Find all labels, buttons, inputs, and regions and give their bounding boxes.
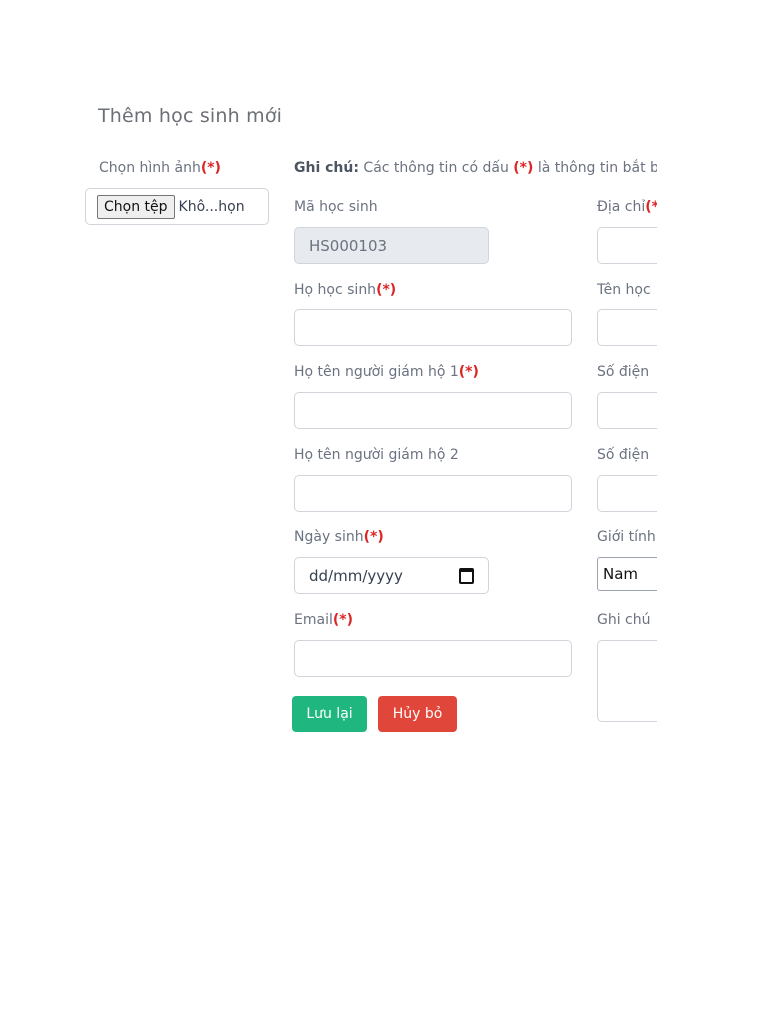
last-name-input[interactable] <box>294 309 572 346</box>
email-label: Email(*) <box>294 612 353 628</box>
photo-label-text: Chọn hình ảnh <box>99 160 201 176</box>
birthdate-placeholder: dd/mm/yyyy <box>309 566 403 585</box>
phone2-label: Số điện <box>597 447 650 463</box>
gender-label: Giới tính <box>597 529 656 545</box>
gender-select[interactable]: Nam <box>597 557 657 591</box>
photo-file-input[interactable]: Chọn tệp Khô...họn <box>85 188 269 225</box>
add-student-page: Thêm học sinh mới Chọn hình ảnh(*) Chọn … <box>0 0 657 1024</box>
address-label: Địa chỉ(* <box>597 199 657 215</box>
required-mark: (*) <box>363 529 384 545</box>
address-input[interactable] <box>597 227 657 264</box>
choose-file-button[interactable]: Chọn tệp <box>97 194 175 219</box>
last-name-label: Họ học sinh(*) <box>294 282 396 298</box>
first-name-label: Tên học <box>597 282 651 298</box>
phone1-label: Số điện <box>597 364 650 380</box>
required-mark: (* <box>645 199 657 215</box>
birthdate-label: Ngày sinh(*) <box>294 529 384 545</box>
required-mark: (*) <box>376 282 397 298</box>
birthdate-label-text: Ngày sinh <box>294 529 364 545</box>
note-required-mark: (*) <box>513 160 534 176</box>
birthdate-input[interactable]: dd/mm/yyyy <box>294 557 489 594</box>
gender-selected-value: Nam <box>603 565 639 583</box>
note-prefix: Ghi chú: <box>294 160 359 176</box>
page-title: Thêm học sinh mới <box>98 105 283 127</box>
phone2-input[interactable] <box>597 475 657 512</box>
last-name-label-text: Họ học sinh <box>294 282 377 298</box>
required-note: Ghi chú: Các thông tin có dấu (*) là thô… <box>294 160 657 176</box>
calendar-icon[interactable] <box>459 567 474 584</box>
guardian2-input[interactable] <box>294 475 572 512</box>
guardian2-label: Họ tên người giám hộ 2 <box>294 447 459 463</box>
save-button[interactable]: Lưu lại <box>292 696 367 732</box>
required-mark: (*) <box>458 364 479 380</box>
address-label-text: Địa chỉ <box>597 199 646 215</box>
required-mark: (*) <box>332 612 353 628</box>
photo-label: Chọn hình ảnh(*) <box>99 160 221 176</box>
first-name-input[interactable] <box>597 309 657 346</box>
notes-textarea[interactable] <box>597 640 657 722</box>
note-text-after: là thông tin bắt b <box>533 160 657 176</box>
cancel-button[interactable]: Hủy bỏ <box>378 696 457 732</box>
note-text-before: Các thông tin có dấu <box>358 160 514 176</box>
file-status-text: Khô...họn <box>178 198 245 215</box>
notes-label: Ghi chú <box>597 612 651 628</box>
student-id-label: Mã học sinh <box>294 199 378 215</box>
guardian1-label: Họ tên người giám hộ 1(*) <box>294 364 479 380</box>
email-input[interactable] <box>294 640 572 677</box>
student-id-field: HS000103 <box>294 227 489 264</box>
phone1-input[interactable] <box>597 392 657 429</box>
required-mark: (*) <box>200 160 221 176</box>
email-label-text: Email <box>294 612 333 628</box>
guardian1-label-text: Họ tên người giám hộ 1 <box>294 364 459 380</box>
guardian1-input[interactable] <box>294 392 572 429</box>
